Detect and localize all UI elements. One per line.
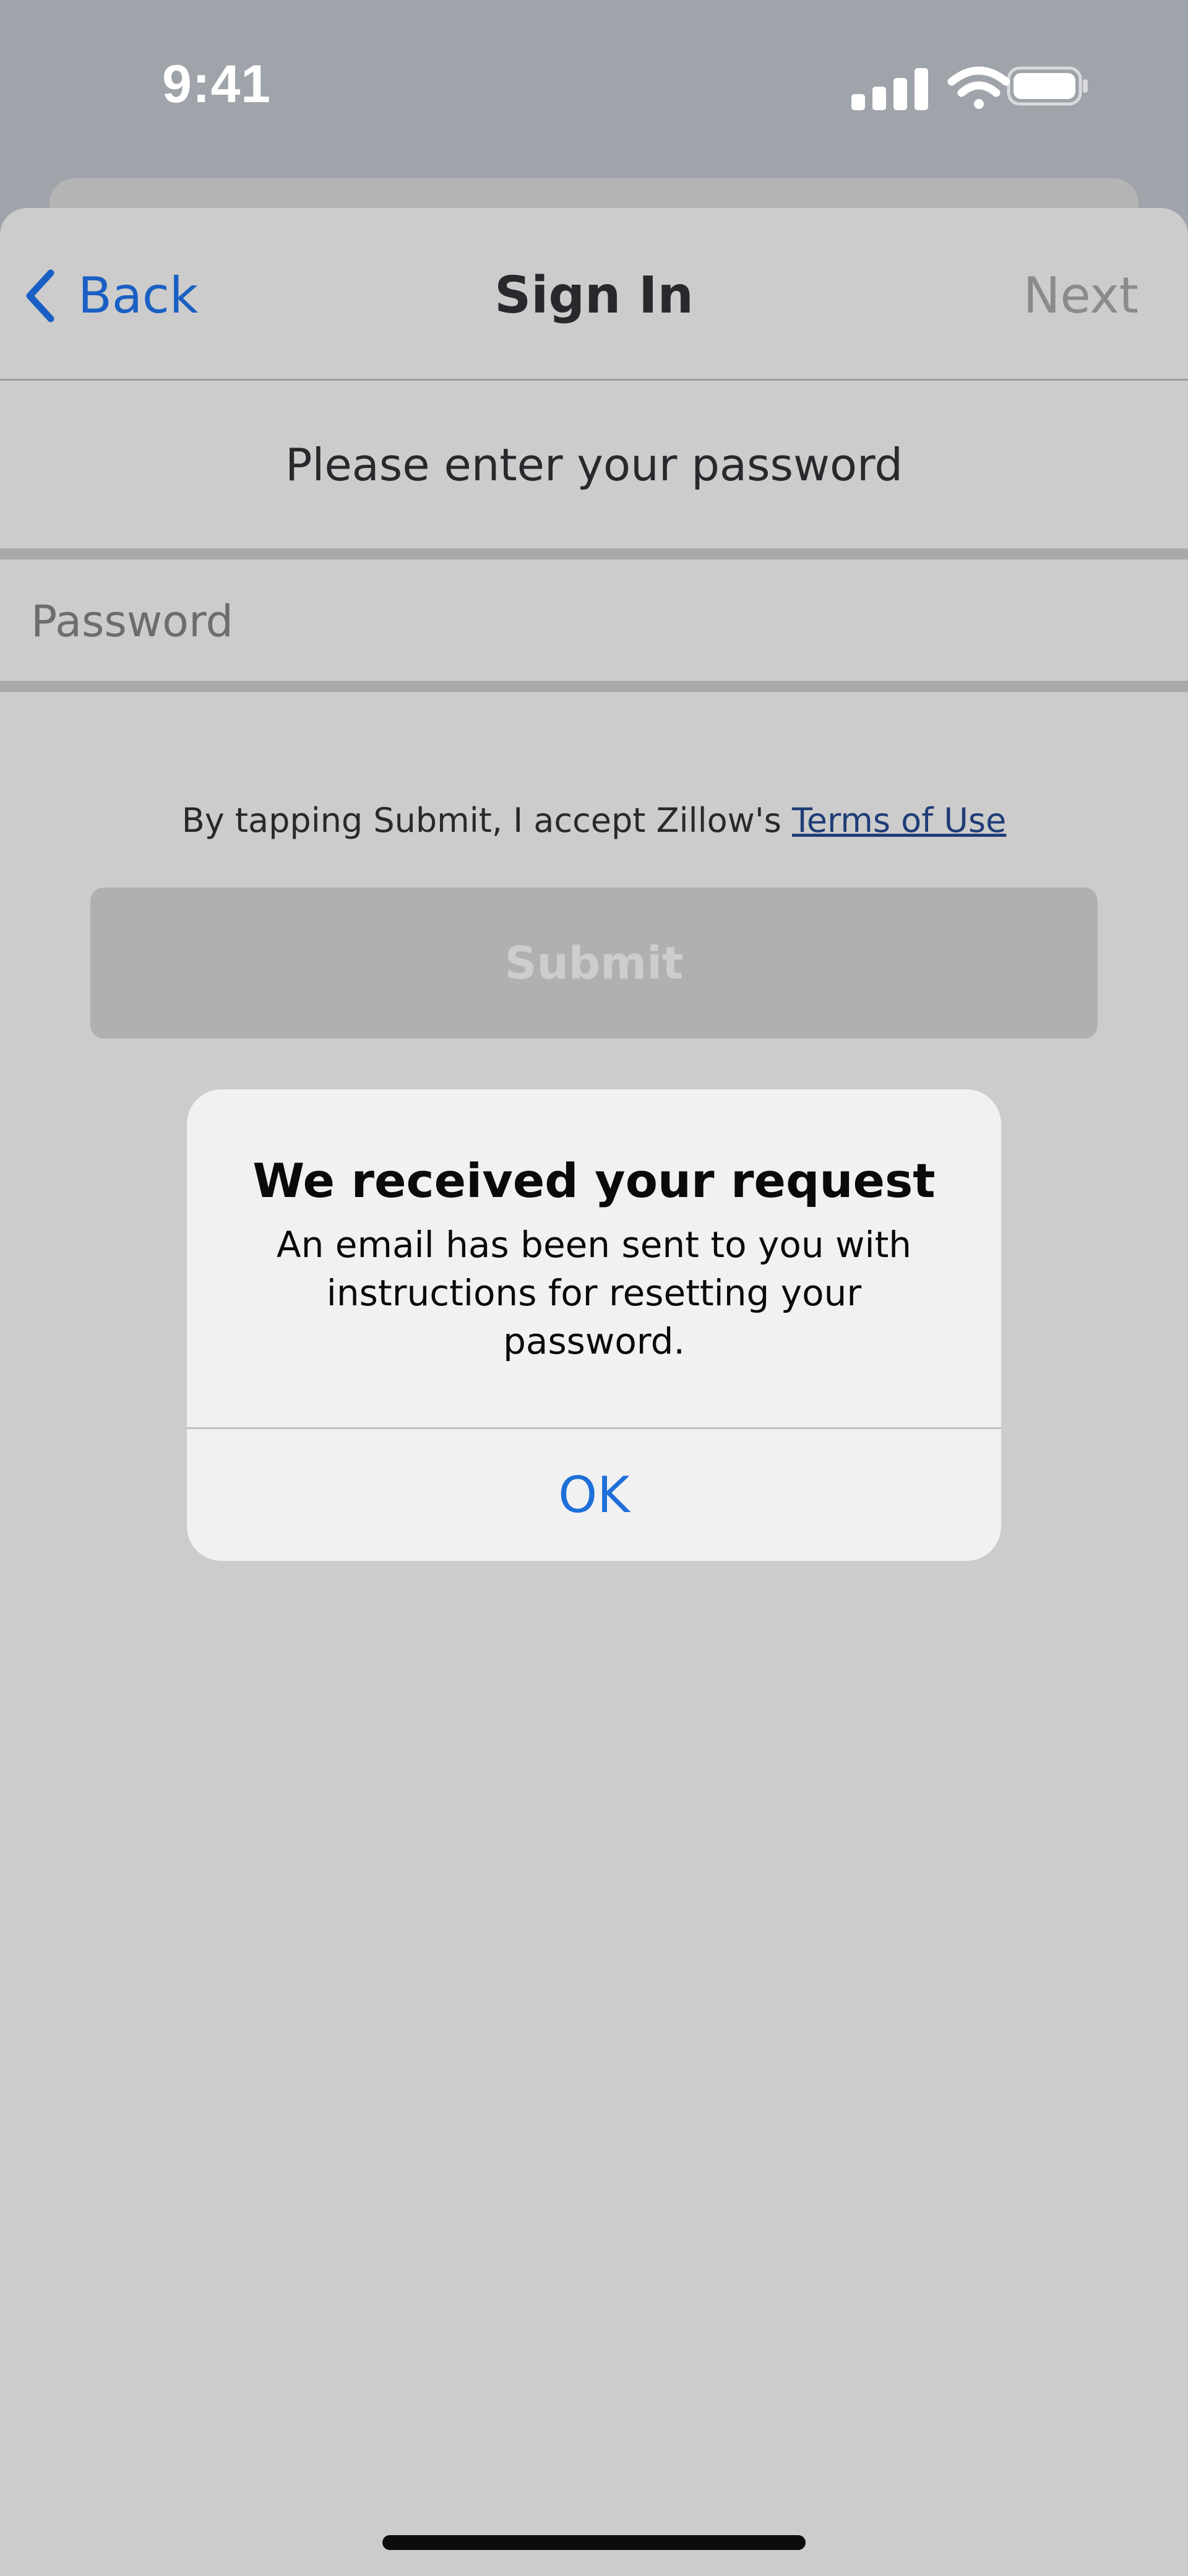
wifi-icon	[947, 66, 1010, 109]
password-prompt: Please enter your password	[285, 439, 903, 491]
page-title: Sign In	[494, 266, 694, 325]
status-time: 9:41	[162, 54, 272, 114]
terms-of-use-link[interactable]: Terms of Use	[792, 801, 1006, 840]
battery-icon	[1007, 66, 1088, 106]
alert-title: We received your request	[252, 1153, 936, 1208]
cellular-signal-icon	[851, 68, 928, 110]
alert-dialog: We received your request An email has be…	[187, 1089, 1001, 1561]
terms-prefix: By tapping Submit, I accept Zillow's	[181, 801, 792, 840]
password-input[interactable]	[31, 590, 1145, 652]
home-indicator[interactable]	[382, 2535, 806, 2550]
alert-ok-button[interactable]: OK	[187, 1429, 1001, 1561]
alert-message: An email has been sent to you with instr…	[276, 1224, 912, 1362]
password-field	[0, 548, 1188, 692]
navigation-bar: Back Sign In Next	[0, 208, 1188, 381]
status-bar: 9:41	[0, 0, 1188, 173]
terms-notice: By tapping Submit, I accept Zillow's Ter…	[0, 796, 1188, 845]
submit-button[interactable]: Submit	[90, 888, 1098, 1039]
next-button[interactable]: Next	[1023, 265, 1138, 327]
status-icons	[849, 64, 1090, 111]
